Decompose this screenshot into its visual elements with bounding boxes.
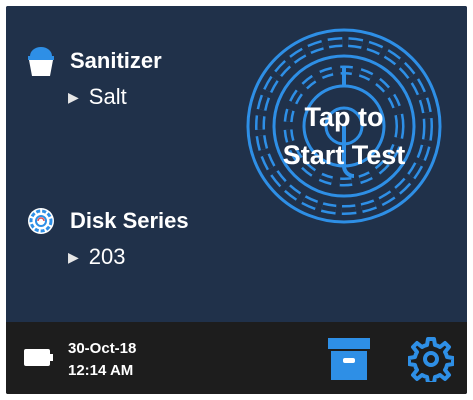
main-panel: Sanitizer ▶ Salt Disk Series ▶ 203 Tap t… (6, 6, 467, 322)
start-test-label: Tap to Start Test (244, 98, 444, 174)
play-arrow-icon: ▶ (68, 89, 79, 105)
sanitizer-info: Sanitizer ▶ Salt (24, 44, 162, 110)
disk-series-label: Disk Series (70, 208, 189, 233)
disk-series-info: Disk Series ▶ 203 (24, 204, 189, 270)
sanitizer-heading: Sanitizer (24, 44, 162, 78)
time-text: 12:14 AM (68, 362, 134, 379)
start-test-line-2: Start Test (282, 140, 406, 170)
device-screen: Sanitizer ▶ Salt Disk Series ▶ 203 Tap t… (0, 0, 473, 400)
battery-icon (24, 349, 53, 366)
settings-button[interactable] (407, 336, 455, 385)
disk-series-value-row: ▶ 203 (68, 244, 189, 270)
bucket-icon (24, 44, 58, 78)
disk-series-heading: Disk Series (24, 204, 189, 238)
disk-series-value: 203 (88, 244, 126, 269)
start-test-button[interactable]: Tap to Start Test (244, 26, 444, 226)
start-test-line-1: Tap to (304, 102, 384, 132)
play-arrow-icon: ▶ (68, 249, 79, 265)
disk-icon (24, 204, 58, 238)
archive-icon (328, 338, 370, 380)
archive-button[interactable] (326, 336, 372, 382)
sanitizer-label: Sanitizer (70, 48, 162, 73)
sanitizer-value-row: ▶ Salt (68, 84, 162, 110)
gear-icon (407, 337, 455, 385)
date-time: 30-Oct-18 12:14 AM (68, 338, 136, 382)
status-bar: 30-Oct-18 12:14 AM (6, 322, 467, 394)
sanitizer-value: Salt (88, 84, 127, 109)
date-text: 30-Oct-18 (68, 340, 137, 357)
